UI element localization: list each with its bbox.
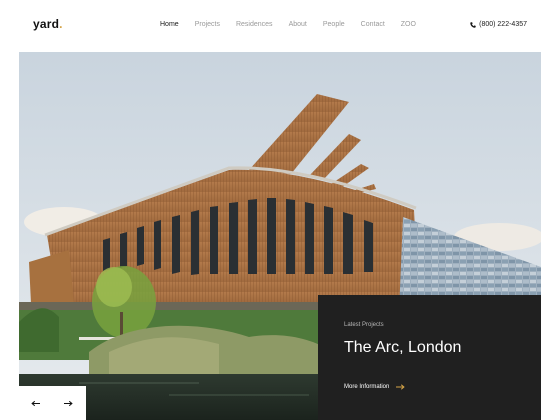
project-title: The Arc, London [344,339,462,356]
nav-item-projects[interactable]: Projects [195,21,220,28]
logo-dot: . [59,17,63,31]
nav-item-zoo[interactable]: ZOO [401,21,416,28]
slider-controls [19,386,86,420]
nav-item-contact[interactable]: Contact [361,21,385,28]
nav-item-residences[interactable]: Residences [236,21,273,28]
more-information-label: More Information [344,384,390,390]
site-header: yard. Home Projects Residences About Peo… [0,0,560,52]
phone-number: (800) 222-4357 [479,21,527,28]
more-information-link[interactable]: More Information [344,384,406,390]
next-slide-button[interactable] [52,386,85,420]
nav-item-home[interactable]: Home [160,21,179,28]
nav-item-people[interactable]: People [323,21,345,28]
phone-icon [470,21,476,28]
arrow-right-icon [396,384,406,390]
arrow-left-icon [31,400,40,406]
arrow-right-icon [64,400,73,406]
prev-slide-button[interactable] [19,386,52,420]
logo-text: yard [33,17,60,31]
featured-project-card: Latest Projects The Arc, London More Inf… [318,295,541,420]
logo[interactable]: yard. [33,17,63,31]
nav-item-about[interactable]: About [289,21,307,28]
phone-contact[interactable]: (800) 222-4357 [470,21,527,28]
card-eyebrow: Latest Projects [344,322,384,328]
main-nav: Home Projects Residences About People Co… [160,21,432,28]
